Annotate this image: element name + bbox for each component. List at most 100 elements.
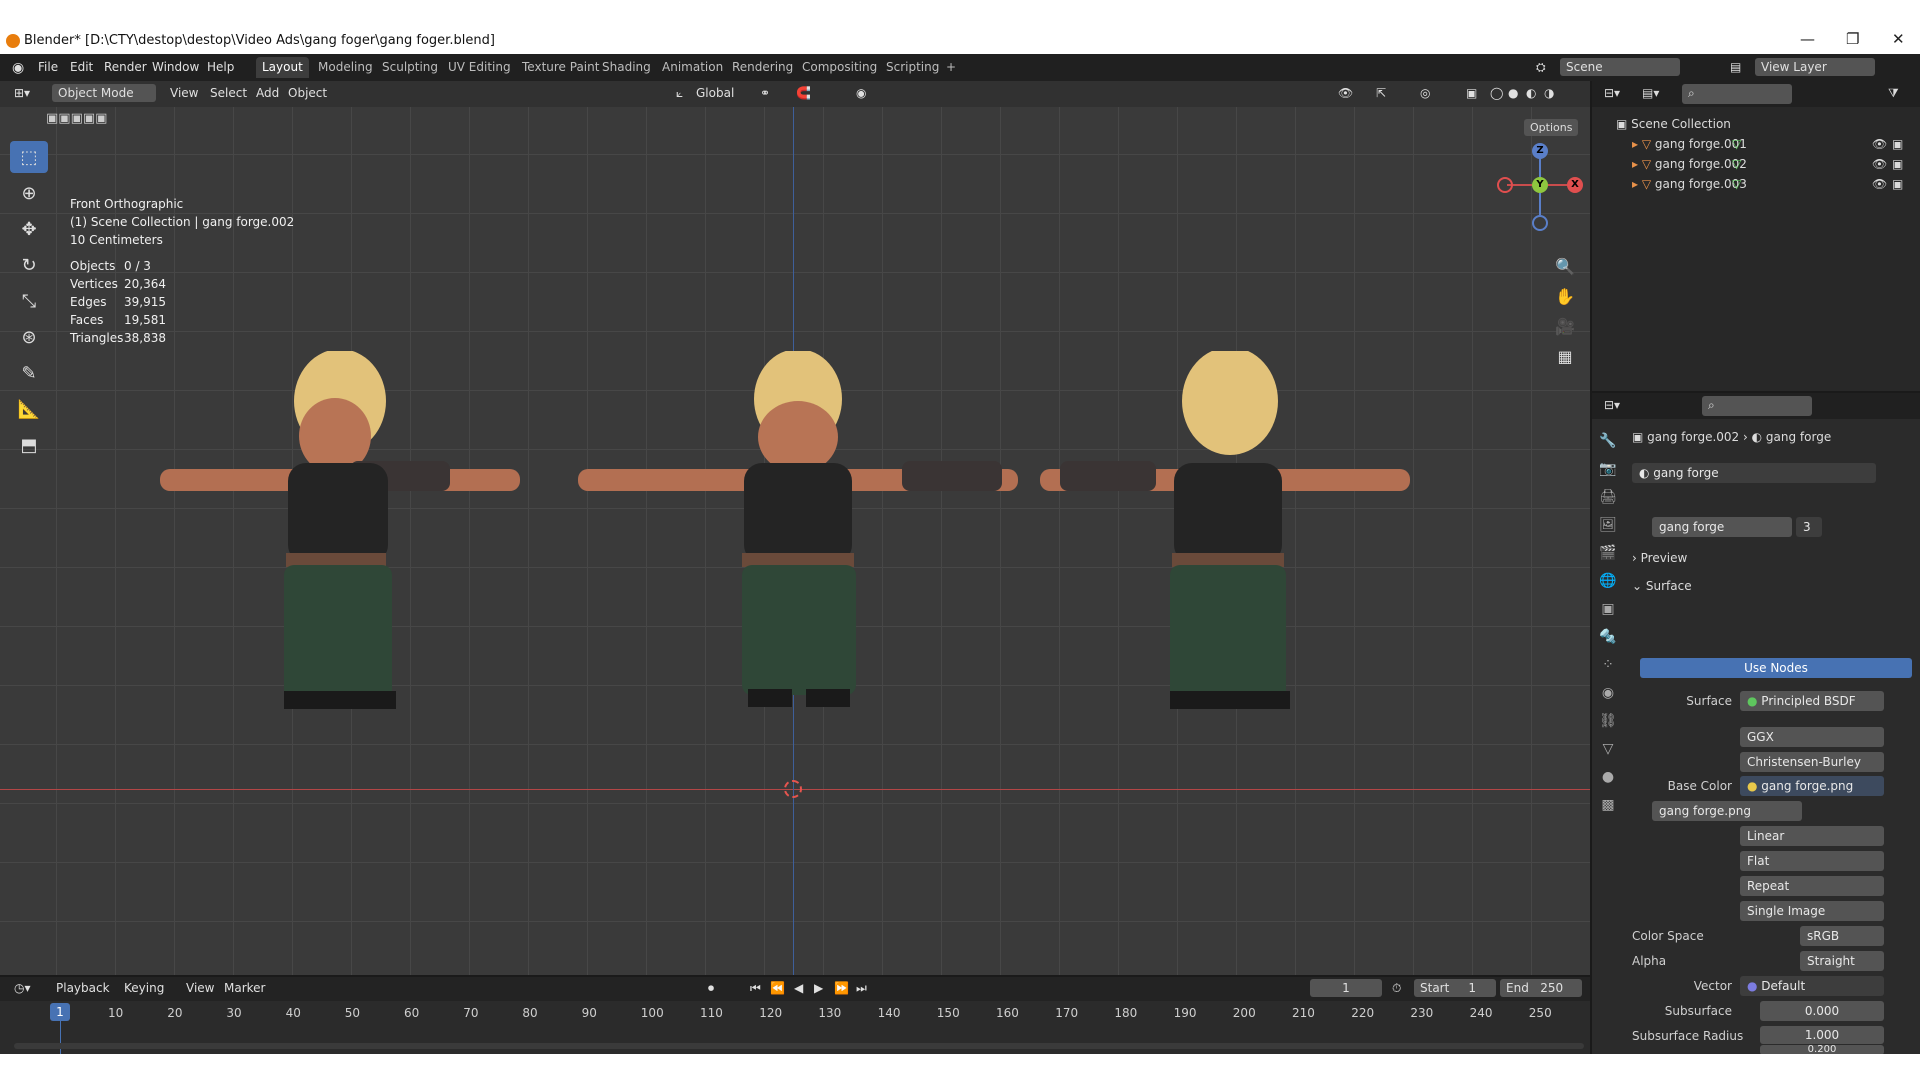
gizmo-neg-z-ball[interactable] <box>1532 215 1548 231</box>
add-menu[interactable]: Add <box>256 86 279 100</box>
camera-render-icon[interactable]: ▣ <box>1892 137 1903 151</box>
view-layer-selector[interactable]: View Layer <box>1755 58 1875 76</box>
gizmo-z-ball[interactable]: Z <box>1532 143 1548 159</box>
outliner-item[interactable]: ▸ ▽ gang forge.003 ▽ 👁 ▣ <box>1632 177 1903 191</box>
measure-tool-icon[interactable]: 📐 <box>10 393 48 425</box>
surface-shader-field[interactable]: ● Principled BSDF <box>1740 691 1884 711</box>
start-frame-field[interactable]: Start 1 <box>1414 979 1496 997</box>
camera-render-icon[interactable]: ▣ <box>1892 177 1903 191</box>
character-model-back[interactable] <box>1040 351 1410 761</box>
material-slot-item[interactable]: ◐ gang forge <box>1632 463 1876 483</box>
xray-icon[interactable]: ▣ <box>1466 86 1477 100</box>
tab-sculpting[interactable]: Sculpting <box>376 57 444 78</box>
eye-icon[interactable]: 👁 <box>1872 157 1887 171</box>
view-menu[interactable]: View <box>170 86 198 100</box>
rendered-shading-icon[interactable]: ◑ <box>1544 86 1554 100</box>
source-dropdown[interactable]: Single Image <box>1740 901 1884 921</box>
close-button[interactable]: ✕ <box>1892 30 1905 48</box>
material-tab-icon[interactable]: ● <box>1596 769 1620 797</box>
output-tab-icon[interactable]: 🖨 <box>1596 489 1620 517</box>
marker-menu[interactable]: Marker <box>224 981 265 995</box>
camera-render-icon[interactable]: ▣ <box>1892 157 1903 171</box>
base-color-field[interactable]: ● gang forge.png <box>1740 776 1884 796</box>
world-tab-icon[interactable]: 🌐 <box>1596 573 1620 601</box>
orientation-selector[interactable]: Global <box>696 86 734 100</box>
stopwatch-icon[interactable]: ⏱ <box>1392 981 1401 996</box>
tab-uv-editing[interactable]: UV Editing <box>442 57 517 78</box>
menu-file[interactable]: File <box>38 60 58 74</box>
tab-texture-paint[interactable]: Texture Paint <box>516 57 605 78</box>
options-button[interactable]: Options <box>1524 119 1579 136</box>
properties-search-input[interactable]: ⌕ <box>1702 396 1812 416</box>
visibility-icon[interactable]: 👁 <box>1338 86 1353 100</box>
mode-selector[interactable]: Object Mode <box>52 84 156 102</box>
playback-menu[interactable]: Playback <box>56 981 110 995</box>
scene-tab-icon[interactable]: 🎬 <box>1596 545 1620 573</box>
gizmo-x-ball[interactable]: X <box>1567 177 1583 193</box>
pivot-icon[interactable]: ⚭ <box>760 86 770 100</box>
preview-section[interactable]: › Preview <box>1632 551 1687 565</box>
users-count[interactable]: 3 <box>1796 517 1822 537</box>
camera-icon[interactable]: 🎥 <box>1552 317 1578 347</box>
keying-menu[interactable]: Keying <box>124 981 164 995</box>
extension-dropdown[interactable]: Repeat <box>1740 876 1884 896</box>
blender-menu-icon[interactable]: ◉ <box>12 60 24 76</box>
character-model-front[interactable] <box>578 351 1018 761</box>
tab-modeling[interactable]: Modeling <box>312 57 379 78</box>
current-frame-field[interactable]: 1 <box>1310 979 1382 997</box>
tab-compositing[interactable]: Compositing <box>796 57 883 78</box>
menu-edit[interactable]: Edit <box>70 60 93 74</box>
prev-keyframe-icon[interactable]: ⏪ <box>770 981 785 995</box>
select-box-tool-icon[interactable]: ⬚ <box>10 141 48 173</box>
display-mode-icon[interactable]: ▤▾ <box>1642 86 1659 100</box>
editor-type-icon[interactable]: ⊞▾ <box>14 86 30 100</box>
vector-field[interactable]: ● Default <box>1740 976 1884 996</box>
scale-tool-icon[interactable]: ⤡ <box>10 285 48 317</box>
playhead[interactable]: 1 <box>50 1003 70 1021</box>
gizmo-y-ball[interactable]: Y <box>1532 177 1548 193</box>
subsurface-radius-x[interactable]: 1.000 <box>1760 1026 1884 1044</box>
timeline-ruler[interactable]: 10 20 30 40 50 60 70 80 90 100 110 120 130 140 150 160 1… <box>0 1001 1590 1029</box>
projection-dropdown[interactable]: Flat <box>1740 851 1884 871</box>
eye-icon[interactable]: 👁 <box>1872 137 1887 151</box>
tab-scripting[interactable]: Scripting <box>880 57 945 78</box>
add-workspace-button[interactable]: + <box>940 57 962 78</box>
gizmo-neg-x-ball[interactable] <box>1497 177 1513 193</box>
gizmo-toggle-icon[interactable]: ⇱ <box>1376 86 1386 100</box>
wireframe-shading-icon[interactable]: ◯ <box>1490 86 1503 100</box>
menu-render[interactable]: Render <box>104 60 147 74</box>
menu-help[interactable]: Help <box>207 60 234 74</box>
timeline-editor-icon[interactable]: ◷▾ <box>14 981 31 995</box>
proportional-edit-icon[interactable]: ◉ <box>856 86 866 100</box>
transform-tool-icon[interactable]: ⊛ <box>10 321 48 353</box>
view-layer-tab-icon[interactable]: 🖼 <box>1596 517 1620 545</box>
minimize-button[interactable]: — <box>1800 30 1815 48</box>
outliner-item[interactable]: ▸ ▽ gang forge.001 ▽ 👁 ▣ <box>1632 137 1903 151</box>
object-menu[interactable]: Object <box>288 86 327 100</box>
navigation-gizmo[interactable]: Z Y X <box>1495 143 1585 233</box>
color-space-dropdown[interactable]: sRGB <box>1800 926 1884 946</box>
cursor-tool-icon[interactable]: ⊕ <box>10 177 48 209</box>
snap-icon[interactable]: 🧲 <box>796 86 811 100</box>
rotate-tool-icon[interactable]: ↻ <box>10 249 48 281</box>
timeline-scrollbar[interactable] <box>14 1043 1584 1049</box>
scene-selector[interactable]: Scene <box>1560 58 1680 76</box>
subsurface-method-dropdown[interactable]: Christensen-Burley <box>1740 752 1884 772</box>
material-shading-icon[interactable]: ◐ <box>1526 86 1536 100</box>
play-reverse-icon[interactable]: ◀ <box>794 981 803 995</box>
subsurface-field[interactable]: 0.000 <box>1760 1001 1884 1021</box>
character-model-side[interactable] <box>160 351 520 761</box>
zoom-icon[interactable]: 🔍 <box>1552 257 1578 287</box>
next-keyframe-icon[interactable]: ⏩ <box>834 981 849 995</box>
tab-layout[interactable]: Layout <box>256 57 309 78</box>
scene-collection-row[interactable]: ▣ Scene Collection <box>1616 117 1731 131</box>
properties-editor-icon[interactable]: ⊟▾ <box>1604 398 1620 412</box>
object-tab-icon[interactable]: ▣ <box>1596 601 1620 629</box>
image-name-field[interactable]: gang forge.png <box>1652 801 1802 821</box>
ortho-grid-icon[interactable]: ▦ <box>1552 347 1578 377</box>
jump-start-icon[interactable]: ⏮ <box>750 981 761 996</box>
eye-icon[interactable]: 👁 <box>1872 177 1887 191</box>
move-tool-icon[interactable]: ✥ <box>10 213 48 245</box>
particles-tab-icon[interactable]: ⁘ <box>1596 657 1620 685</box>
3d-cursor[interactable] <box>784 780 802 798</box>
